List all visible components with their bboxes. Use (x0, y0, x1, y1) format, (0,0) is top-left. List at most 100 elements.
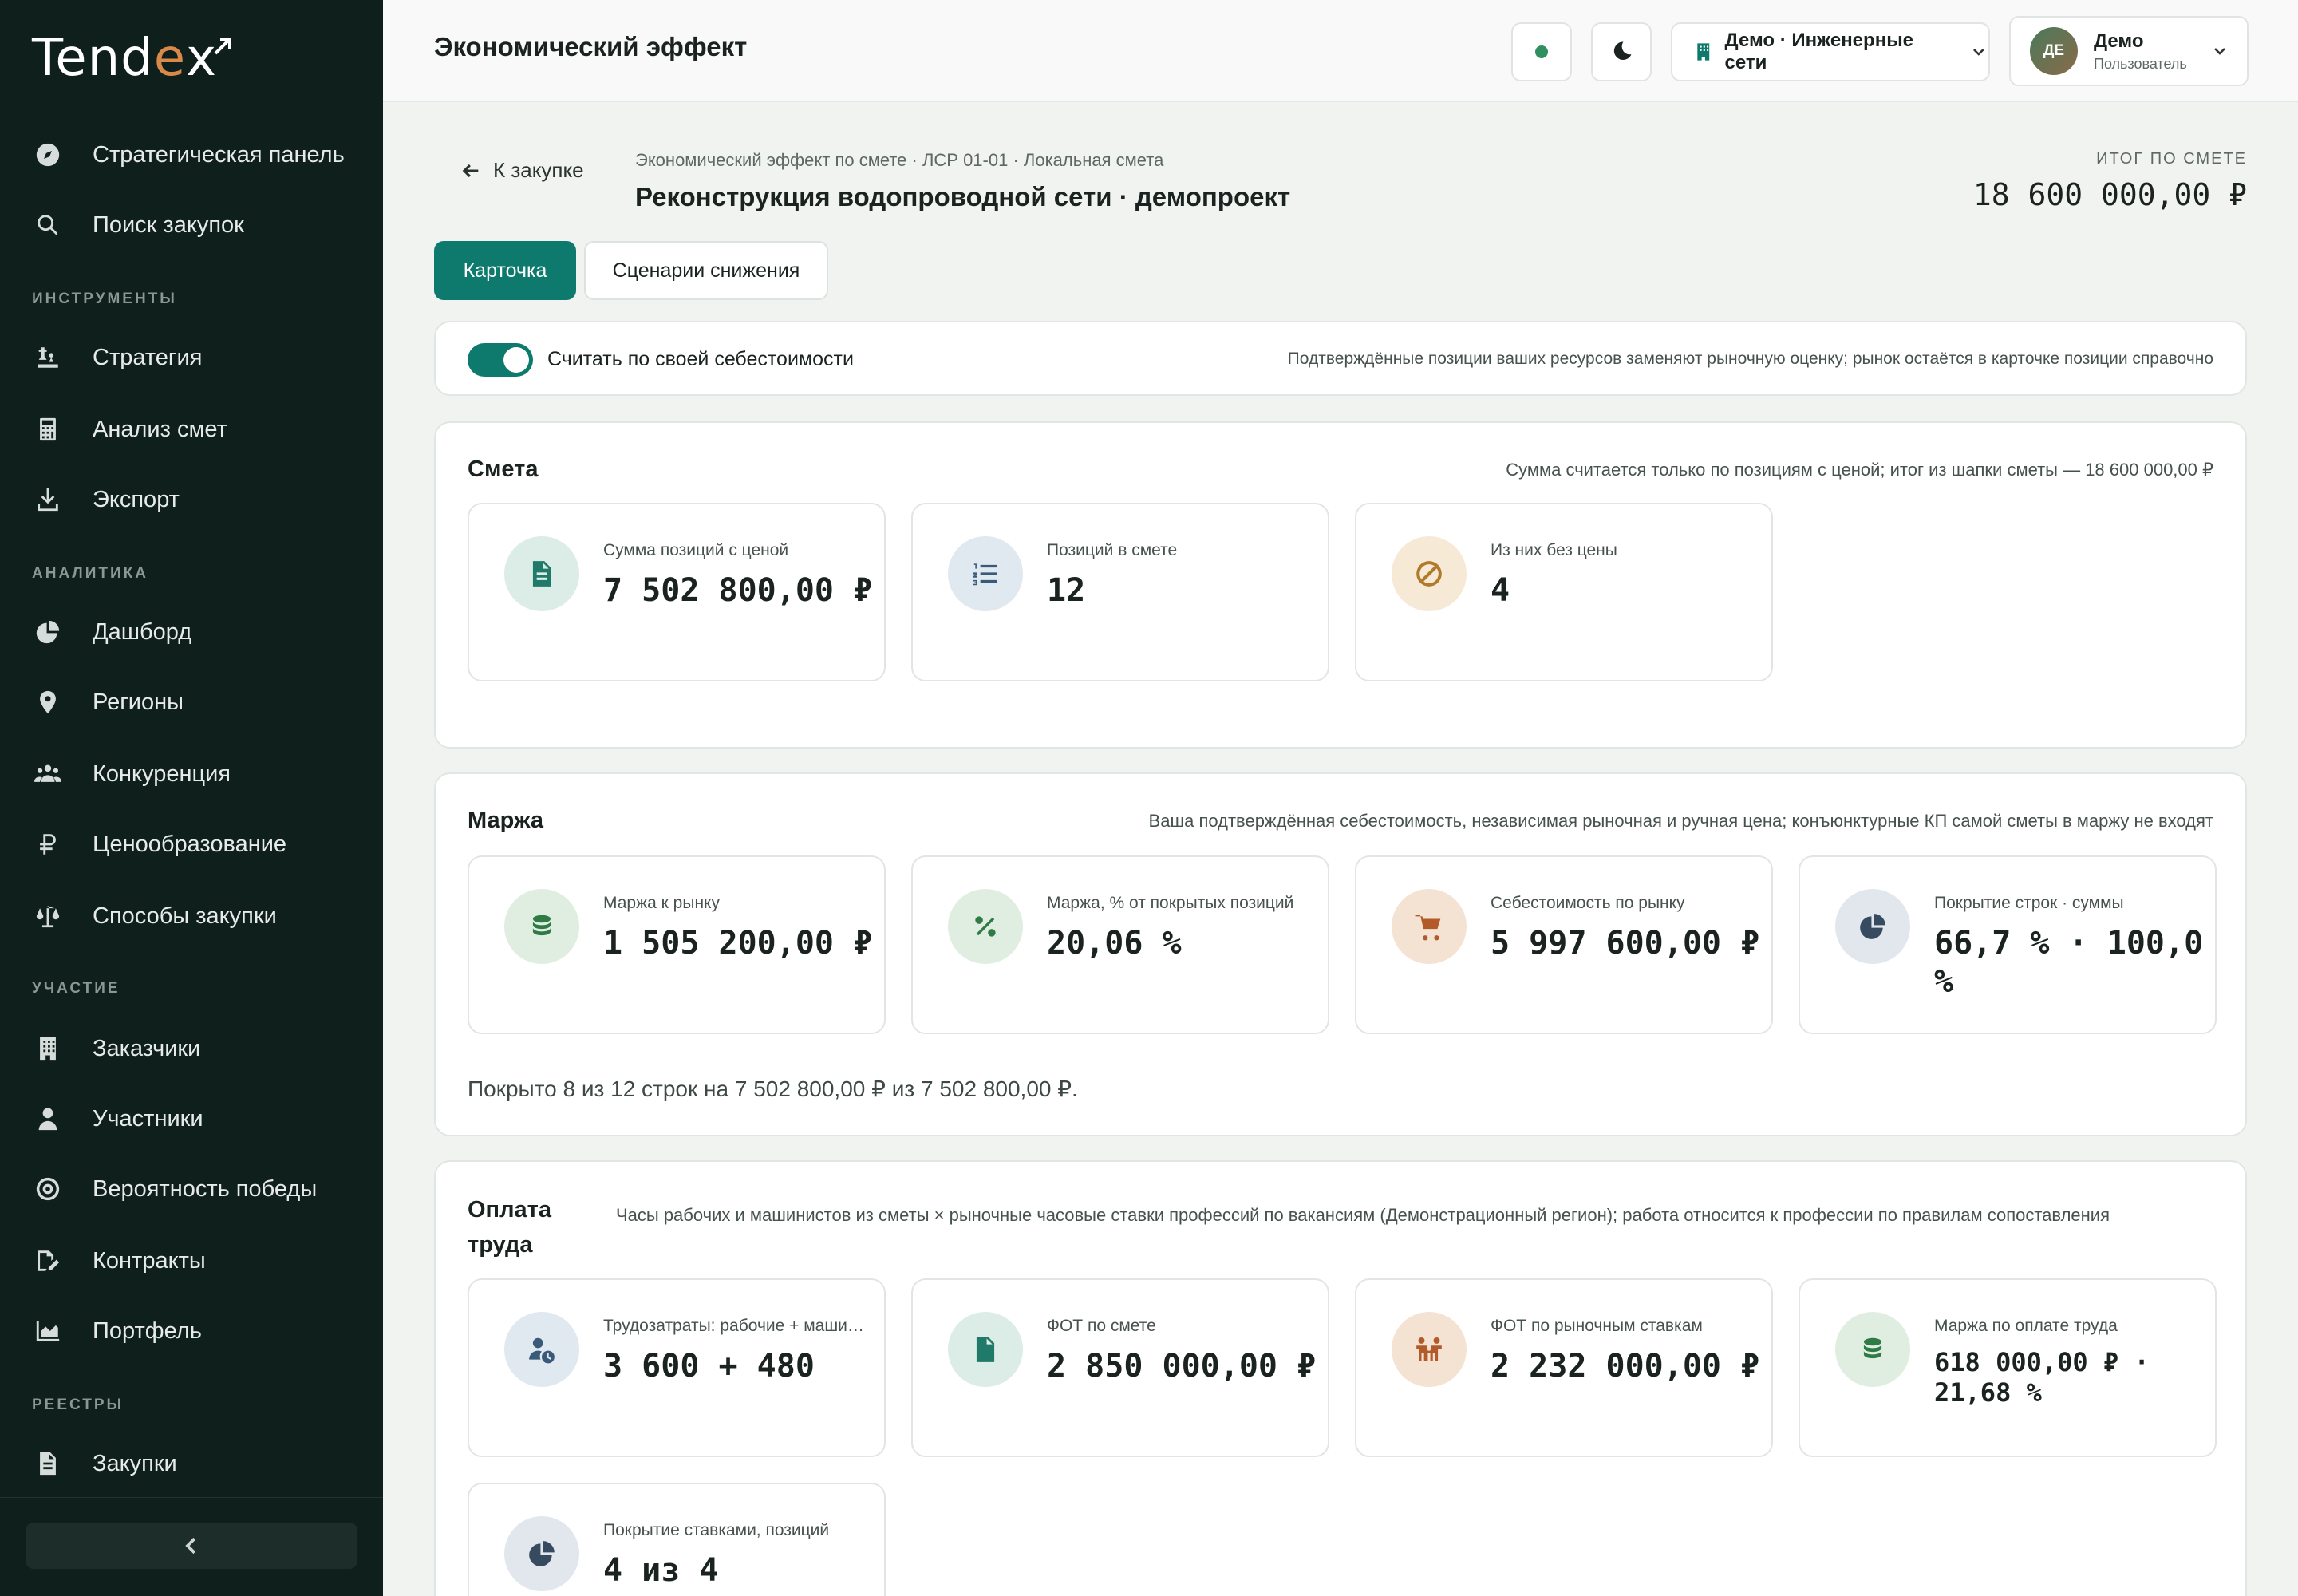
estimate-title: Смета (468, 456, 539, 482)
card-positions-count: Позиций в смете 12 (911, 503, 1329, 681)
sidebar-item-procurements[interactable]: Закупки (32, 1440, 177, 1487)
card-label: Себестоимость по рынку (1491, 894, 1685, 912)
sidebar-item-label: Контракты (93, 1247, 206, 1274)
user-menu[interactable]: ДЕ Демо Пользователь (2009, 16, 2249, 86)
estimate-note: Сумма считается только по позициям с цен… (1506, 460, 2213, 480)
logo[interactable]: Tend e x (32, 29, 235, 88)
collapse-sidebar-button[interactable] (26, 1523, 357, 1569)
sidebar-item-label: Портфель (93, 1317, 202, 1344)
sidebar-item-label: Ценообразование (93, 831, 287, 857)
status-button[interactable] (1511, 22, 1572, 81)
card-value: 66,7 % · 100,0 % (1934, 925, 2204, 1000)
sidebar-item-estimates[interactable]: Анализ смет (32, 405, 227, 453)
sidebar-item-portfolio[interactable]: Портфель (32, 1307, 202, 1355)
card-value: 3 600 + 480 (603, 1348, 815, 1385)
sidebar-section-analytics: АНАЛИТИКА (32, 565, 148, 582)
sidebar-item-regions[interactable]: Регионы (32, 678, 184, 726)
sidebar-item-export[interactable]: Экспорт (32, 476, 180, 523)
tab-card[interactable]: Карточка (434, 241, 576, 300)
download-icon (32, 484, 64, 516)
org-name: Демо · Инженерные сети (1724, 30, 1914, 73)
file-invoice-icon (32, 1448, 64, 1479)
sidebar-item-win-probability[interactable]: Вероятность победы (32, 1165, 317, 1213)
card-label: Маржа к рынку (603, 894, 720, 912)
back-link-label: К закупке (493, 158, 584, 182)
sidebar-item-participants[interactable]: Участники (32, 1095, 203, 1143)
sidebar-item-label: Закупки (93, 1450, 177, 1476)
sidebar-item-contracts[interactable]: Контракты (32, 1237, 206, 1285)
user-role: Пользователь (2094, 55, 2187, 72)
labor-title-line1: Оплата (468, 1197, 551, 1223)
file-dollar-icon (948, 1312, 1023, 1387)
sidebar-item-dashboard[interactable]: Дашборд (32, 608, 192, 656)
card-labor-margin: Маржа по оплате труда 618 000,00 ₽ · 21,… (1799, 1278, 2217, 1457)
sidebar-item-pricing[interactable]: Ценообразование (32, 820, 286, 868)
card-label: Маржа, % от покрытых позиций (1047, 894, 1294, 912)
avatar: ДЕ (2030, 27, 2078, 75)
percent-icon (948, 889, 1023, 964)
sidebar-item-label: Поиск закупок (93, 211, 244, 238)
sidebar-divider (0, 1497, 383, 1498)
own-cost-panel: Считать по своей себестоимости Подтвержд… (434, 321, 2247, 396)
card-rate-coverage: Покрытие ставками, позиций 4 из 4 (468, 1483, 886, 1596)
toggle-knob (503, 347, 529, 373)
card-value: 4 из 4 (603, 1552, 719, 1589)
user-name: Демо (2094, 30, 2144, 52)
theme-toggle-button[interactable] (1591, 22, 1652, 81)
card-labor-hours: Трудозатраты: рабочие + машинисты 3 600 … (468, 1278, 886, 1457)
chevron-left-icon (185, 1537, 196, 1555)
margin-panel: Маржа Ваша подтверждённая себестоимость,… (434, 772, 2247, 1136)
sidebar-item-competition[interactable]: Конкуренция (32, 750, 231, 798)
card-value: 4 (1491, 572, 1510, 609)
breadcrumb: Экономический эффект по смете · ЛСР 01-0… (635, 150, 1164, 170)
card-value: 2 232 000,00 ₽ (1491, 1348, 1760, 1385)
building-icon (1697, 43, 1710, 61)
chess-icon (32, 342, 64, 373)
pie-chart-icon (1835, 889, 1910, 964)
users-icon (32, 758, 64, 790)
card-label: Маржа по оплате труда (1934, 1317, 2118, 1335)
sidebar-item-label: Экспорт (93, 486, 180, 512)
compass-icon (32, 139, 64, 171)
labor-title: Оплата труда (468, 1192, 551, 1262)
sidebar-section-participation: УЧАСТИЕ (32, 980, 120, 997)
card-label: ФОТ по смете (1047, 1317, 1156, 1335)
target-icon (32, 1173, 64, 1205)
own-cost-toggle[interactable] (468, 343, 533, 377)
card-label: Позиций в смете (1047, 541, 1178, 559)
sidebar-item-label: Дашборд (93, 618, 192, 645)
sidebar-item-strategy[interactable]: Стратегия (32, 334, 202, 381)
coins-icon (504, 889, 579, 964)
sidebar-item-label: Вероятность победы (93, 1175, 318, 1202)
card-value: 5 997 600,00 ₽ (1491, 925, 1760, 962)
back-link[interactable]: К закупке (460, 158, 584, 183)
sidebar-item-search[interactable]: Поиск закупок (32, 201, 244, 249)
sidebar-item-methods[interactable]: Способы закупки (32, 892, 277, 940)
user-icon (32, 1103, 64, 1135)
sidebar-item-label: Регионы (93, 689, 184, 715)
logo-end: x (186, 29, 218, 88)
card-label: Сумма позиций с ценой (603, 541, 789, 559)
scales-icon (32, 900, 64, 932)
logo-text: Tend (32, 29, 154, 88)
card-payroll-estimate: ФОТ по смете 2 850 000,00 ₽ (911, 1278, 1329, 1457)
sidebar-item-label: Способы закупки (93, 903, 277, 929)
pie-chart-icon (32, 616, 64, 648)
search-icon (32, 209, 64, 241)
arrow-left-icon (462, 164, 479, 177)
org-selector[interactable]: Демо · Инженерные сети (1671, 22, 1990, 81)
card-value: 1 505 200,00 ₽ (603, 925, 873, 962)
page-title: Экономический эффект (434, 32, 748, 61)
sidebar-item-strategic-panel[interactable]: Стратегическая панель (32, 131, 345, 179)
card-payroll-market: ФОТ по рыночным ставкам 2 232 000,00 ₽ (1355, 1278, 1773, 1457)
card-coverage: Покрытие строк · суммы 66,7 % · 100,0 % (1799, 855, 2217, 1034)
sidebar: Tend e x Стратегическая панель Поиск закуп… (0, 0, 383, 1596)
list-ol-icon (948, 536, 1023, 611)
sidebar-item-customers[interactable]: Заказчики (32, 1025, 200, 1073)
sidebar-item-label: Заказчики (93, 1035, 201, 1061)
margin-title: Маржа (468, 808, 544, 833)
status-dot-icon (1535, 45, 1548, 58)
sidebar-item-label: Анализ смет (93, 416, 227, 442)
card-margin-percent: Маржа, % от покрытых позиций 20,06 % (911, 855, 1329, 1034)
tab-scenarios[interactable]: Сценарии снижения (584, 241, 828, 300)
